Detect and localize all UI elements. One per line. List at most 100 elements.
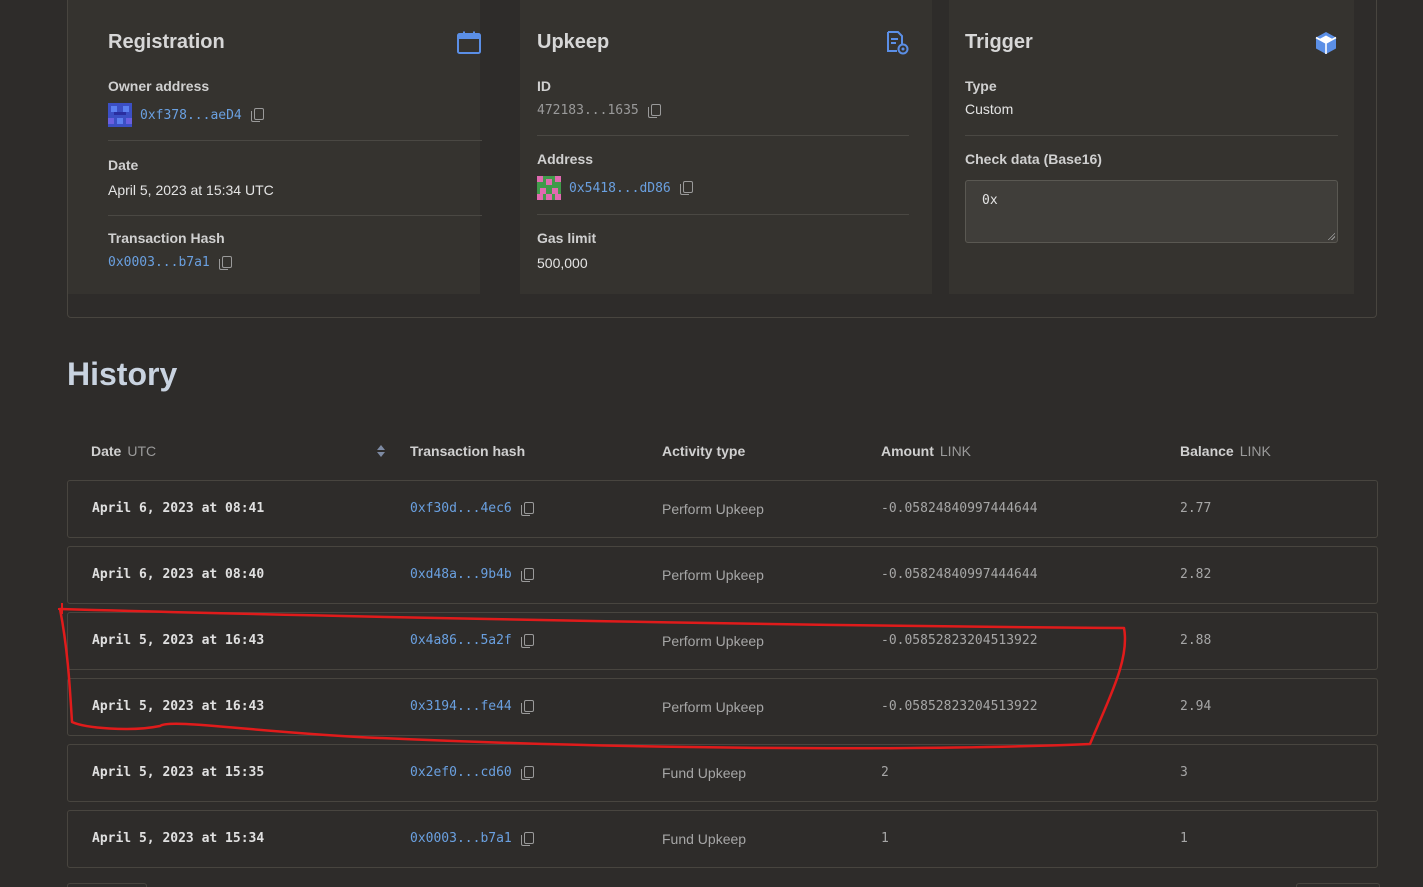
column-amount-unit: LINK	[939, 443, 972, 459]
trigger-panel: Trigger Type Custom Check data (Base16) …	[949, 0, 1354, 294]
divider	[108, 140, 482, 141]
divider	[537, 135, 909, 136]
row-activity: Perform Upkeep	[662, 699, 764, 715]
upkeep-address-value: 0x5418...dD86	[537, 176, 693, 200]
copy-icon[interactable]	[520, 765, 534, 780]
owner-avatar	[108, 103, 132, 127]
upkeep-id-field: ID 472183...1635	[537, 78, 661, 118]
owner-address-field: Owner address 0xf378...aeD4	[108, 78, 264, 127]
column-date-unit: UTC	[127, 443, 157, 459]
column-amount-label: Amount	[881, 443, 934, 459]
history-title: History	[67, 356, 178, 392]
transaction-hash-label: Transaction Hash	[108, 230, 225, 246]
copy-icon[interactable]	[520, 501, 534, 516]
cube-icon	[1315, 32, 1337, 54]
column-header-hash: Transaction hash	[410, 443, 526, 459]
upkeep-address-field: Address 0x5418...dD86	[537, 151, 693, 200]
trigger-type-label: Type	[965, 78, 997, 94]
column-header-balance: Balance LINK	[1180, 443, 1271, 459]
check-data-value: 0x	[982, 193, 998, 208]
upkeep-id-text: 472183...1635	[537, 103, 639, 118]
row-hash: 0x0003...b7a1	[410, 831, 534, 846]
row-amount: -0.05824840997444644	[881, 567, 1038, 582]
trigger-title: Trigger	[965, 31, 1033, 53]
registration-panel: Registration Owner address 0xf378...aeD4	[68, 0, 482, 294]
gas-limit-value: 500,000	[537, 255, 588, 271]
row-activity: Fund Upkeep	[662, 831, 747, 847]
row-amount: 1	[881, 831, 889, 846]
table-row: April 5, 2023 at 15:34 0x0003...b7a1 Fun…	[67, 810, 1378, 868]
row-balance: 1	[1180, 831, 1188, 846]
copy-icon[interactable]	[647, 103, 661, 118]
copy-icon[interactable]	[520, 699, 534, 714]
column-balance-label: Balance	[1180, 443, 1234, 459]
row-date: April 5, 2023 at 15:34	[92, 831, 265, 846]
row-balance: 2.88	[1180, 633, 1212, 648]
row-hash-link[interactable]: 0x0003...b7a1	[410, 831, 512, 846]
row-hash-link[interactable]: 0x3194...fe44	[410, 699, 512, 714]
table-row: April 6, 2023 at 08:40 0xd48a...9b4b Per…	[67, 546, 1378, 604]
column-header-amount: Amount LINK	[881, 443, 971, 459]
row-activity: Perform Upkeep	[662, 501, 764, 517]
column-header-date[interactable]: Date UTC	[91, 443, 156, 459]
document-gear-icon	[887, 31, 909, 55]
row-hash-link[interactable]: 0xd48a...9b4b	[410, 567, 512, 582]
row-hash-link[interactable]: 0x2ef0...cd60	[410, 765, 512, 780]
copy-icon[interactable]	[250, 108, 264, 122]
row-amount: -0.05852823204513922	[881, 699, 1038, 714]
divider	[965, 135, 1338, 136]
check-data-textarea[interactable]: 0x	[965, 180, 1338, 243]
divider	[537, 214, 909, 215]
history-table-header: Date UTC Transaction hash Activity type A…	[0, 443, 1423, 461]
table-row: April 5, 2023 at 15:35 0x2ef0...cd60 Fun…	[67, 744, 1378, 802]
row-amount: -0.05824840997444644	[881, 501, 1038, 516]
copy-icon[interactable]	[679, 181, 693, 195]
row-balance: 3	[1180, 765, 1188, 780]
copy-icon[interactable]	[520, 633, 534, 648]
column-balance-unit: LINK	[1239, 443, 1271, 459]
row-hash: 0x2ef0...cd60	[410, 765, 534, 780]
table-row: April 6, 2023 at 08:41 0xf30d...4ec6 Per…	[67, 480, 1378, 538]
row-date: April 5, 2023 at 16:43	[92, 633, 265, 648]
check-data-label: Check data (Base16)	[965, 151, 1102, 167]
row-balance: 2.82	[1180, 567, 1212, 582]
calendar-icon	[457, 31, 481, 54]
upkeep-title: Upkeep	[537, 31, 610, 53]
row-date: April 5, 2023 at 15:35	[92, 765, 265, 780]
upkeep-id-value: 472183...1635	[537, 103, 661, 118]
sort-icon[interactable]	[377, 444, 385, 458]
row-hash: 0x3194...fe44	[410, 699, 534, 714]
trigger-type-field: Type Custom	[965, 78, 1013, 117]
row-hash-link[interactable]: 0xf30d...4ec6	[410, 501, 512, 516]
upkeep-details-card: Registration Owner address 0xf378...aeD4	[67, 0, 1377, 318]
copy-icon[interactable]	[218, 255, 232, 270]
copy-icon[interactable]	[520, 567, 534, 582]
date-label: Date	[108, 157, 139, 173]
pagination-previous-button[interactable]	[67, 883, 147, 887]
trigger-type-value: Custom	[965, 101, 1014, 117]
row-amount: -0.05852823204513922	[881, 633, 1038, 648]
row-balance: 2.77	[1180, 501, 1212, 516]
row-hash-link[interactable]: 0x4a86...5a2f	[410, 633, 512, 648]
transaction-hash-link[interactable]: 0x0003...b7a1	[108, 255, 210, 270]
row-activity: Fund Upkeep	[662, 765, 747, 781]
pagination-next-button[interactable]	[1296, 883, 1380, 887]
upkeep-avatar	[537, 176, 561, 200]
row-hash: 0xf30d...4ec6	[410, 501, 534, 516]
check-data-field: Check data (Base16)	[965, 151, 1102, 167]
upkeep-id-label: ID	[537, 78, 551, 94]
date-field: Date April 5, 2023 at 15:34 UTC	[108, 157, 274, 198]
upkeep-address-link[interactable]: 0x5418...dD86	[569, 181, 671, 196]
table-row: April 5, 2023 at 16:43 0x4a86...5a2f Per…	[67, 612, 1378, 670]
upkeep-details-page: Registration Owner address 0xf378...aeD4	[0, 0, 1423, 887]
owner-address-value: 0xf378...aeD4	[108, 103, 264, 127]
row-activity: Perform Upkeep	[662, 633, 764, 649]
column-header-activity: Activity type	[662, 443, 746, 459]
owner-address-link[interactable]: 0xf378...aeD4	[140, 108, 242, 123]
gas-limit-field: Gas limit 500,000	[537, 230, 596, 271]
date-value: April 5, 2023 at 15:34 UTC	[108, 182, 274, 198]
column-date-label: Date	[91, 443, 122, 459]
resize-handle[interactable]	[1327, 232, 1335, 240]
row-hash: 0x4a86...5a2f	[410, 633, 534, 648]
copy-icon[interactable]	[520, 831, 534, 846]
